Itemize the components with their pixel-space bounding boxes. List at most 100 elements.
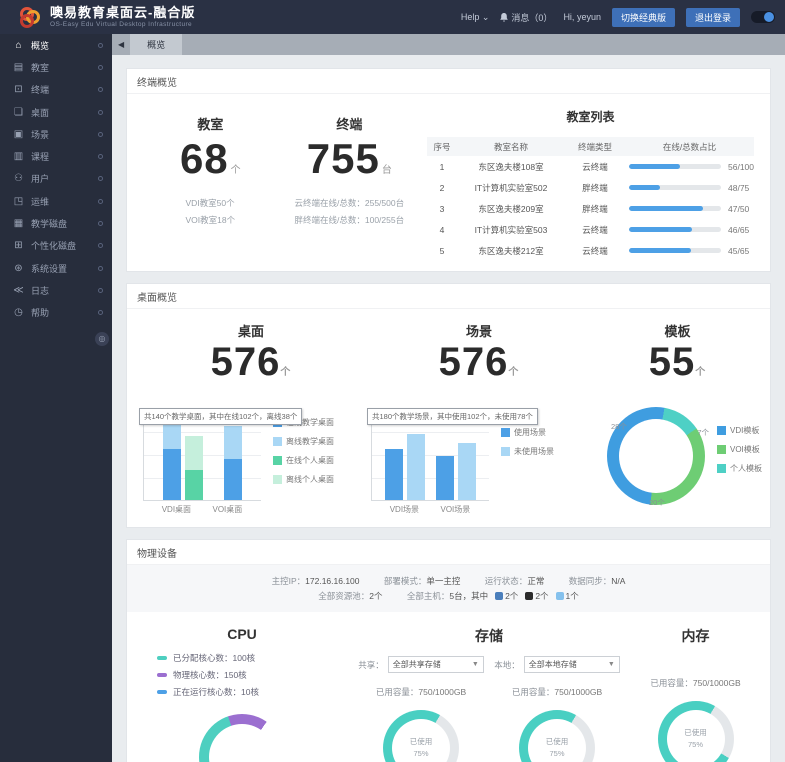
local-storage-donut: 已使用 75% (519, 710, 595, 762)
sidebar-collapse-button[interactable]: ◎ (95, 332, 109, 346)
sidebar-item-terminal[interactable]: ⊡ 终端 (0, 79, 112, 101)
main-content: 终端概览 教室 68 个 VDI教室50个 VOI教室18个 终端 755 台 云终… (112, 55, 785, 762)
terminal-label: 终端 (336, 117, 363, 132)
shared-storage-block: 共享： 全部共享存储 ▼ 已用容量：750/1000GB 已使用 75% (353, 656, 489, 762)
pin-icon[interactable] (98, 310, 103, 316)
pin-icon[interactable] (98, 221, 103, 227)
legend-swatch (501, 428, 510, 437)
desktop-tooltip: 共140个教学桌面，其中在线102个，离线38个 (139, 408, 303, 425)
chevron-down-icon: ▼ (607, 661, 615, 668)
sidebar-item-operations[interactable]: ◳ 运维 (0, 190, 112, 212)
donut-value-label: 20个 (649, 498, 665, 507)
host-status-swatch (555, 592, 564, 600)
local-storage-select[interactable]: 全部本地存储 ▼ (523, 656, 620, 673)
classroom-subline: VOI教室18个 (185, 215, 236, 225)
pin-icon[interactable] (98, 131, 103, 137)
toggle-knob (764, 12, 774, 22)
table-row[interactable]: 1 东区逸夫楼108室 云终端 56/100 (427, 156, 754, 177)
host-status-swatch (495, 592, 504, 600)
pin-icon[interactable] (98, 154, 103, 160)
scene-column: 场景 576个 共180个教学场景，其中使用102个，未使用78个 VDI场景 V… (365, 311, 593, 515)
template-donut-chart: 28个 7个 20个 (607, 407, 709, 507)
sidebar-item-home[interactable]: ⌂ 概览 (0, 34, 112, 56)
section-title-desktop: 桌面概览 (127, 284, 770, 309)
progress-bar (629, 206, 721, 211)
sidebar-item-logs[interactable]: ≪ 日志 (0, 279, 112, 301)
host-badges: 2个 2个 1个 (488, 591, 579, 601)
sidebar-item-personal-disk[interactable]: ⊞ 个性化磁盘 (0, 235, 112, 257)
legend-swatch (717, 464, 726, 473)
progress-bar (629, 185, 721, 190)
legend-swatch (717, 426, 726, 435)
sidebar-item-scene[interactable]: ▣ 场景 (0, 123, 112, 145)
sidebar-item-settings[interactable]: ⊛ 系统设置 (0, 257, 112, 279)
pin-icon[interactable] (98, 64, 103, 70)
theme-toggle[interactable] (751, 11, 775, 23)
table-row[interactable]: 4 IT计算机实验室503 云终端 46/65 (427, 219, 754, 240)
app-header: 噢易教育桌面云-融合版 OS-Easy Edu Virtual Desktop … (0, 0, 785, 34)
logs-icon: ≪ (13, 284, 24, 296)
switch-classic-button[interactable]: 切换经典版 (611, 7, 675, 27)
classroom-subline: VDI教室50个 (185, 198, 235, 208)
sidebar-items: ⌂ 概览 ▤ 教室 ⊡ 终端 ❏ 桌面 ▣ 场景 ▥ 课程 ⚇ 用户 ◳ 运维 ▦ 教学磁盘 ⊞ 个性化磁盘 ⊛ 系统设置… (0, 34, 112, 324)
pin-icon[interactable] (98, 87, 103, 93)
local-storage-block: 本地： 全部本地存储 ▼ 已用容量：750/1000GB 已使用 75% (489, 656, 625, 762)
legend-swatch (273, 475, 282, 484)
personal-disk-icon: ⊞ (14, 240, 23, 252)
scene-count: 576个 (438, 340, 520, 384)
sidebar-item-classroom[interactable]: ▤ 教室 (0, 56, 112, 78)
terminal-overview-card: 终端概览 教室 68 个 VDI教室50个 VOI教室18个 终端 755 台 云终… (126, 68, 771, 272)
logout-button[interactable]: 退出登录 (685, 7, 740, 27)
app-subtitle: OS-Easy Edu Virtual Desktop Infrastructu… (50, 20, 193, 28)
settings-icon: ⊛ (14, 262, 23, 274)
storage-title: 存储 (475, 628, 503, 644)
classroom-icon: ▤ (13, 61, 24, 73)
table-row[interactable]: 2 IT计算机实验室502 胖终端 48/75 (427, 177, 754, 198)
pin-icon[interactable] (98, 265, 103, 271)
sidebar-item-desktop[interactable]: ❏ 桌面 (0, 101, 112, 123)
course-icon: ▥ (13, 151, 24, 163)
legend-swatch (157, 673, 167, 677)
sidebar-item-user[interactable]: ⚇ 用户 (0, 168, 112, 190)
template-chart-legend: VDI模板 VOI模板 个人模板 (717, 417, 762, 482)
pin-icon[interactable] (98, 198, 103, 204)
donut-value-label: 7个 (697, 428, 709, 437)
pin-icon[interactable] (98, 243, 103, 249)
desktop-icon: ❏ (14, 106, 23, 118)
user-icon: ⚇ (14, 173, 23, 185)
table-body: 1 东区逸夫楼108室 云终端 56/100 2 IT计算机实验室502 胖终端 48/75 3… (427, 156, 754, 261)
pin-icon[interactable] (98, 109, 103, 115)
pin-icon[interactable] (98, 42, 103, 48)
table-row[interactable]: 5 东区逸夫楼212室 云终端 45/65 (427, 240, 754, 261)
pin-icon[interactable] (98, 287, 103, 293)
desktop-overview-card: 桌面概览 桌面 576个 共140个教学桌面，其中在线102个，离线38个 VD… (126, 283, 771, 528)
shared-storage-select[interactable]: 全部共享存储 ▼ (387, 656, 484, 673)
section-title-physical: 物理设备 (127, 540, 770, 565)
cpu-legend: 已分配核心数：100核 物理核心数：150核 正在运行核心数：10核 (157, 652, 353, 698)
messages-link[interactable]: 消息（0） (500, 11, 552, 24)
sidebar-item-teaching-disk[interactable]: ▦ 教学磁盘 (0, 212, 112, 234)
home-icon: ⌂ (15, 39, 22, 51)
sidebar-item-course[interactable]: ▥ 课程 (0, 145, 112, 167)
terminal-subline: 胖终端在线/总数：100/255台 (294, 215, 405, 225)
physical-info: 主控IP：172.16.16.100 部署模式：单一主控 运行状态：正常 数据同… (127, 565, 770, 612)
tab-overview[interactable]: 概览 (130, 34, 183, 55)
sidebar: ⌂ 概览 ▤ 教室 ⊡ 终端 ❏ 桌面 ▣ 场景 ▥ 课程 ⚇ 用户 ◳ 运维 ▦ 教学磁盘 ⊞ 个性化磁盘 ⊛ 系统设置… (0, 34, 112, 762)
shared-storage-donut: 已使用 75% (383, 710, 459, 762)
host-status-swatch (525, 592, 534, 600)
terminal-stat: 终端 755 台 云终端在线/总数：255/500台 胖终端在线/总数：100/2… (272, 100, 427, 261)
physical-device-card: 物理设备 主控IP：172.16.16.100 部署模式：单一主控 运行状态：正… (126, 539, 771, 762)
collapse-arrow-icon[interactable]: ◀ (112, 40, 130, 49)
section-title-terminal: 终端概览 (127, 69, 770, 94)
memory-panel: 内存 已用容量：750/1000GB 已使用 75% (625, 620, 766, 762)
table-row[interactable]: 3 东区逸夫楼209室 胖终端 47/50 (427, 198, 754, 219)
pin-icon[interactable] (98, 176, 103, 182)
legend-swatch (501, 447, 510, 456)
legend-swatch (717, 445, 726, 454)
cpu-panel: CPU 已分配核心数：100核 物理核心数：150核 正在运行核心数：10核 (131, 620, 353, 762)
help-link[interactable]: Help ⌄ (461, 12, 490, 23)
cpu-title: CPU (227, 626, 257, 642)
sidebar-item-help[interactable]: ◷ 帮助 (0, 302, 112, 324)
app-title: 噢易教育桌面云-融合版 (50, 5, 196, 21)
classroom-stat: 教室 68 个 VDI教室50个 VOI教室18个 (149, 100, 272, 261)
